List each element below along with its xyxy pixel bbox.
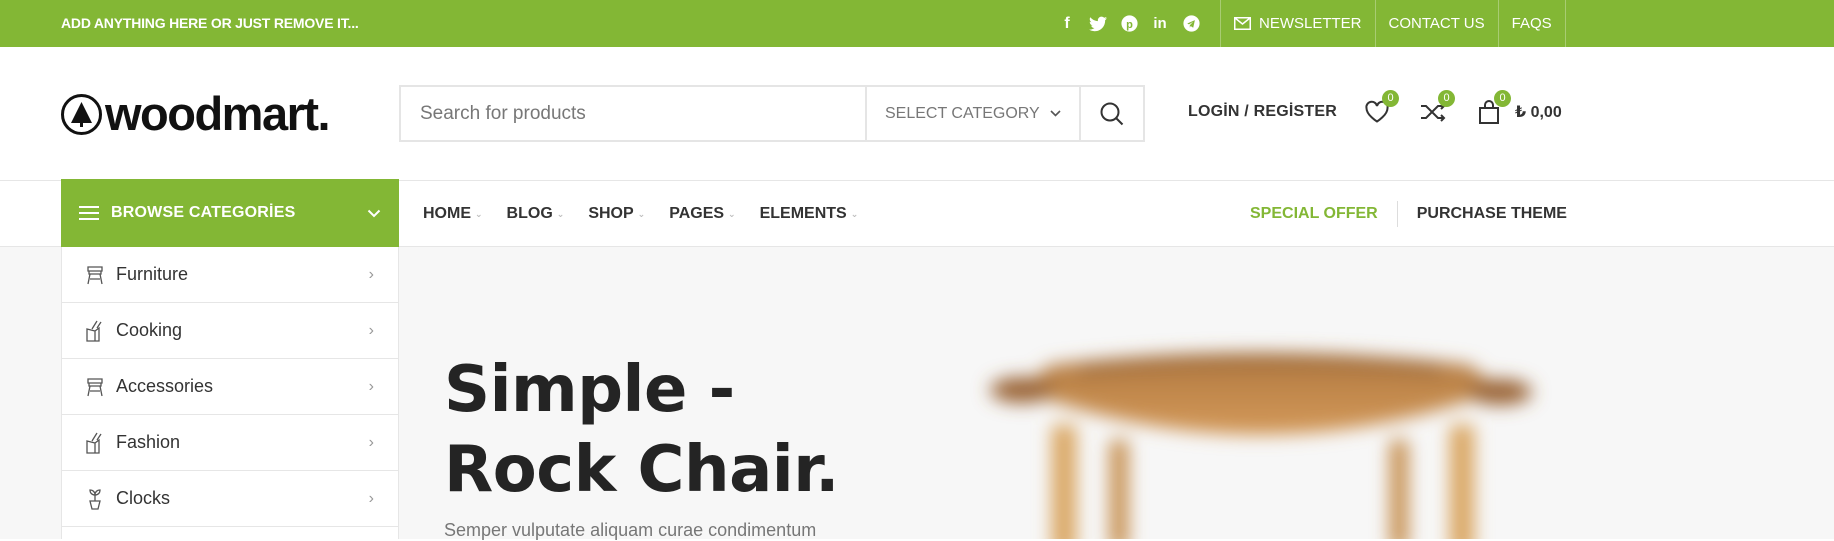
nav-shop[interactable]: SHOP ⌄ (588, 205, 645, 223)
chevron-right-icon: › (368, 489, 374, 507)
chair-icon (84, 264, 106, 286)
nav-home-label: HOME (423, 205, 471, 222)
category-label: Fashion (116, 432, 181, 452)
nav-home[interactable]: HOME ⌄ (423, 205, 483, 223)
pinterest-icon[interactable]: p (1120, 15, 1138, 33)
chevron-down-icon: ⌄ (556, 208, 565, 219)
search-input[interactable] (401, 87, 865, 140)
nav-pages[interactable]: PAGES ⌄ (669, 205, 735, 223)
chevron-down-icon (367, 209, 381, 217)
category-label: Accessories (116, 376, 214, 396)
newsletter-label: NEWSLETTER (1259, 15, 1362, 32)
special-offer-link[interactable]: SPECIAL OFFER (1250, 201, 1398, 227)
top-bar: ADD ANYTHING HERE OR JUST REMOVE IT... f… (0, 0, 1834, 47)
knife-block-icon (84, 320, 106, 342)
nav-blog[interactable]: BLOG ⌄ (507, 205, 565, 223)
category-item-fashion[interactable]: Fashion › (62, 415, 398, 471)
browse-categories-label: BROWSE CATEGORİES (111, 204, 296, 221)
menu: HOME ⌄ BLOG ⌄ SHOP ⌄ PAGES ⌄ ELEMENTS ⌄ (423, 181, 882, 247)
chevron-down-icon (1050, 110, 1061, 117)
hero-title-line: Rock Chair. (444, 433, 839, 507)
chevron-right-icon: › (368, 321, 374, 339)
nav-elements[interactable]: ELEMENTS ⌄ (760, 205, 859, 223)
nav-blog-label: BLOG (506, 205, 553, 222)
cart-count: 0 (1494, 90, 1511, 107)
social-links: f p in (1058, 0, 1200, 47)
logo-text: woodmart. (105, 87, 331, 140)
chevron-down-icon: ⌄ (850, 208, 859, 219)
chevron-right-icon: › (368, 377, 374, 395)
browse-categories-button[interactable]: BROWSE CATEGORİES (61, 179, 399, 247)
hero-subtitle: Semper vulputate aliquam curae condiment… (444, 520, 817, 540)
wishlist-count: 0 (1382, 90, 1399, 107)
category-select[interactable]: SELECT CATEGORY (865, 87, 1079, 140)
svg-text:p: p (1126, 19, 1133, 31)
hero-title-line: Simple - (444, 353, 735, 427)
category-item-clocks[interactable]: Clocks › (62, 471, 398, 527)
top-links: NEWSLETTER CONTACT US FAQS (1220, 0, 1566, 47)
chevron-down-icon: ⌄ (637, 208, 646, 219)
promo-text: ADD ANYTHING HERE OR JUST REMOVE IT... (61, 15, 359, 31)
category-select-label: SELECT CATEGORY (885, 104, 1040, 122)
chevron-right-icon: › (368, 433, 374, 451)
knife-block-icon (84, 432, 106, 454)
telegram-icon[interactable] (1182, 15, 1200, 33)
purchase-theme-link[interactable]: PURCHASE THEME (1398, 205, 1567, 223)
linkedin-icon[interactable]: in (1151, 15, 1169, 33)
nav-pages-label: PAGES (669, 205, 725, 222)
search-icon (1100, 102, 1124, 125)
category-item-furniture[interactable]: Furniture › (62, 247, 398, 303)
plant-pot-icon (84, 488, 106, 510)
contact-link[interactable]: CONTACT US (1374, 0, 1498, 47)
facebook-icon[interactable]: f (1058, 15, 1076, 33)
category-label: Furniture (116, 264, 189, 284)
compare-button[interactable]: 0 (1417, 90, 1455, 128)
compare-count: 0 (1438, 90, 1455, 107)
hero-title: Simple - Rock Chair. (444, 350, 839, 510)
category-item-accessories[interactable]: Accessories › (62, 359, 398, 415)
envelope-icon (1234, 17, 1251, 30)
chair-icon (84, 376, 106, 398)
chevron-right-icon: › (368, 265, 374, 283)
chevron-down-icon: ⌄ (728, 208, 736, 219)
search-bar: SELECT CATEGORY (399, 85, 1145, 142)
faqs-link[interactable]: FAQS (1497, 0, 1566, 47)
header: woodmart. SELECT CATEGORY LOGİN / REGİST… (0, 47, 1834, 181)
login-register-link[interactable]: LOGİN / REGİSTER (1188, 103, 1337, 121)
category-label: Cooking (116, 320, 183, 340)
hamburger-icon (79, 206, 99, 220)
category-list: Furniture › Cooking › Accessories › Fash… (61, 247, 399, 539)
cart-button[interactable]: 0 (1473, 90, 1511, 128)
tree-icon (61, 93, 102, 135)
cart-total[interactable]: ₺ 0,00 (1515, 102, 1562, 122)
twitter-icon[interactable] (1089, 15, 1107, 33)
category-item-cooking[interactable]: Cooking › (62, 303, 398, 359)
newsletter-link[interactable]: NEWSLETTER (1220, 0, 1375, 47)
header-tools: LOGİN / REGİSTER 0 0 0 ₺ 0,00 (1188, 90, 1562, 132)
search-button[interactable] (1079, 87, 1143, 140)
logo[interactable]: woodmart. (61, 87, 331, 140)
chevron-down-icon: ⌄ (475, 208, 483, 219)
nav-shop-label: SHOP (588, 205, 634, 222)
main-navigation: BROWSE CATEGORİES HOME ⌄ BLOG ⌄ SHOP ⌄ PAGE… (0, 179, 1834, 247)
category-label: Clocks (116, 488, 171, 508)
secondary-menu: SPECIAL OFFER PURCHASE THEME (1250, 181, 1567, 247)
nav-elements-label: ELEMENTS (759, 205, 847, 222)
chair-image (990, 352, 1532, 539)
wishlist-button[interactable]: 0 (1361, 90, 1399, 128)
